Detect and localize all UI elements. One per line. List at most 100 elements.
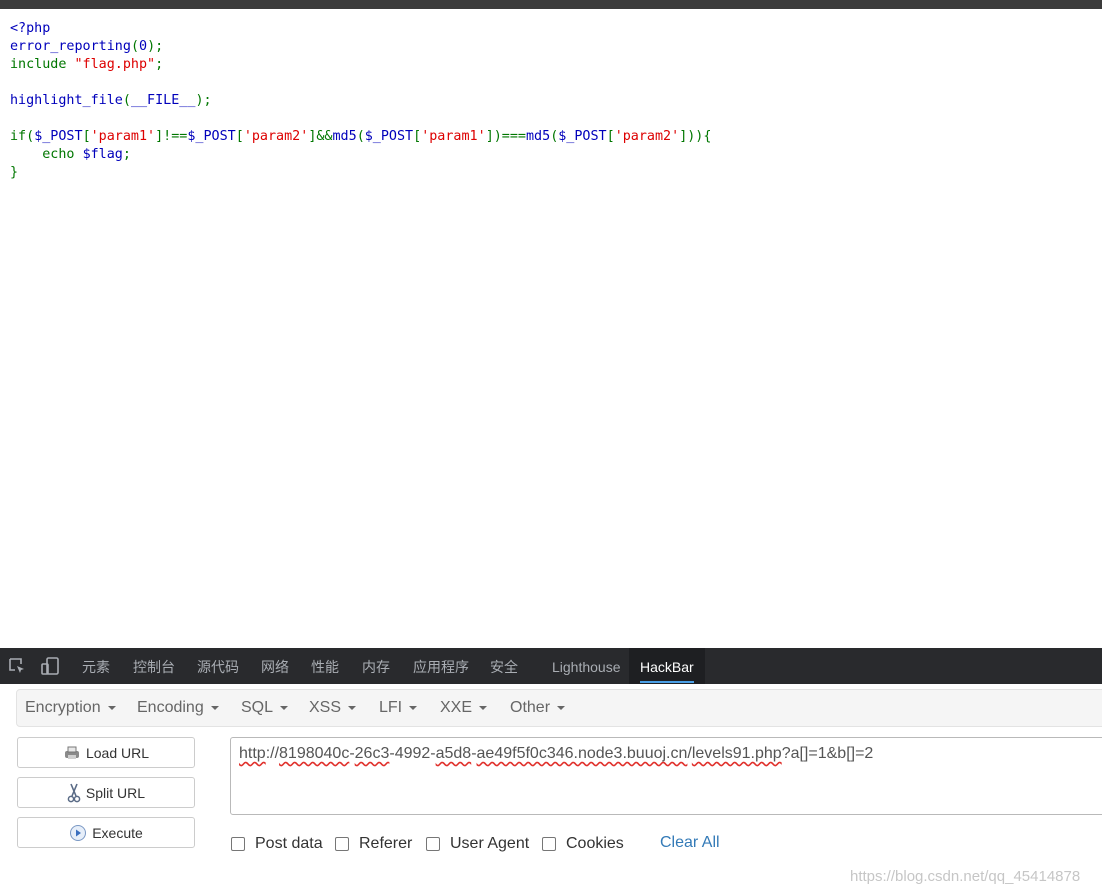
menu-other[interactable]: Other bbox=[510, 690, 566, 726]
menu-encryption[interactable]: Encryption bbox=[25, 690, 116, 726]
user-agent-checkbox[interactable] bbox=[426, 837, 440, 851]
url-segment: ae49f5f0c346.node3.buuoj.cn bbox=[476, 745, 688, 762]
menu-sql[interactable]: SQL bbox=[241, 690, 289, 726]
menu-encoding-label: Encoding bbox=[137, 699, 204, 716]
menu-encryption-label: Encryption bbox=[25, 699, 101, 716]
code-token: ); bbox=[147, 39, 164, 54]
devtools-tab-network[interactable]: 网络 bbox=[261, 648, 289, 684]
menu-xxe[interactable]: XXE bbox=[440, 690, 488, 726]
code-token: ]&& bbox=[308, 129, 333, 144]
devtools-tab-performance[interactable]: 性能 bbox=[311, 648, 339, 684]
devtools-tab-hackbar[interactable]: HackBar bbox=[629, 648, 705, 684]
load-url-icon bbox=[64, 746, 79, 759]
menu-other-label: Other bbox=[510, 699, 551, 716]
referer-label: Referer bbox=[359, 835, 413, 852]
devtools-tab-elements[interactable]: 元素 bbox=[82, 648, 110, 684]
referer-checkbox[interactable] bbox=[335, 837, 349, 851]
execute-label: Execute bbox=[92, 824, 143, 841]
user-agent-option[interactable]: User Agent bbox=[426, 834, 529, 854]
code-token: } bbox=[10, 165, 19, 180]
url-textarea[interactable]: http://8198040c-26c3-4992-a5d8-ae49f5f0c… bbox=[230, 737, 1102, 815]
clear-all-link[interactable]: Clear All bbox=[660, 834, 720, 852]
play-icon bbox=[70, 824, 87, 841]
execute-button[interactable]: Execute bbox=[17, 817, 195, 848]
watermark-text: https://blog.csdn.net/qq_45414878 bbox=[850, 868, 1081, 885]
code-token: highlight_file bbox=[10, 93, 123, 108]
menu-xss-label: XSS bbox=[309, 699, 342, 716]
devtools-tab-application[interactable]: 应用程序 bbox=[413, 648, 469, 684]
load-url-label: Load URL bbox=[85, 744, 150, 761]
code-token: ])=== bbox=[485, 129, 526, 144]
code-token: 'param1' bbox=[421, 129, 486, 144]
browser-top-bar bbox=[0, 0, 1102, 9]
caret-down-icon bbox=[409, 705, 418, 710]
code-token: $_POST bbox=[558, 129, 607, 144]
url-segment: :// bbox=[265, 745, 280, 762]
menu-xxe-label: XXE bbox=[440, 699, 473, 716]
device-toolbar-icon[interactable] bbox=[41, 657, 61, 675]
code-token: 'param2' bbox=[614, 129, 680, 144]
url-segment: -4992- bbox=[389, 745, 436, 762]
post-data-label: Post data bbox=[255, 835, 323, 852]
code-token: ( bbox=[130, 39, 139, 54]
post-data-checkbox[interactable] bbox=[231, 837, 245, 851]
url-segment: ?a[]=1&b[]=2 bbox=[781, 745, 874, 762]
inspect-element-icon[interactable] bbox=[8, 657, 26, 675]
devtools-tab-lighthouse[interactable]: Lighthouse bbox=[552, 648, 621, 684]
code-token: echo bbox=[10, 147, 83, 162]
url-segment: levels91.php bbox=[691, 745, 782, 762]
url-segment: a5d8 bbox=[435, 745, 472, 762]
code-token: [ bbox=[235, 129, 244, 144]
code-token: ; bbox=[122, 147, 131, 162]
referer-option[interactable]: Referer bbox=[335, 834, 412, 854]
hackbar-menu-bar: Encryption Encoding SQL XSS LFI XXE Othe… bbox=[16, 689, 1102, 727]
code-token: ]!== bbox=[155, 129, 188, 144]
code-token: error_reporting bbox=[10, 39, 131, 54]
menu-sql-label: SQL bbox=[241, 699, 274, 716]
code-token: include bbox=[10, 57, 75, 72]
cookies-checkbox[interactable] bbox=[542, 837, 556, 851]
code-token: $_POST bbox=[187, 129, 236, 144]
devtools-tab-memory[interactable]: 内存 bbox=[362, 648, 390, 684]
scissors-icon bbox=[67, 783, 81, 802]
caret-down-icon bbox=[210, 705, 219, 710]
menu-lfi-label: LFI bbox=[379, 699, 403, 716]
menu-lfi[interactable]: LFI bbox=[379, 690, 418, 726]
caret-down-icon bbox=[107, 705, 116, 710]
split-url-button[interactable]: Split URL bbox=[17, 777, 195, 808]
code-token: ; bbox=[155, 57, 164, 72]
code-token: [ bbox=[606, 129, 615, 144]
menu-encoding[interactable]: Encoding bbox=[137, 690, 219, 726]
code-token: ); bbox=[195, 93, 212, 108]
cookies-option[interactable]: Cookies bbox=[542, 834, 624, 854]
devtools-tab-security[interactable]: 安全 bbox=[490, 648, 518, 684]
caret-down-icon bbox=[479, 705, 488, 710]
code-token: ( bbox=[122, 93, 131, 108]
code-token: __FILE__ bbox=[130, 93, 196, 108]
url-segment: http bbox=[239, 745, 266, 762]
code-token: "flag.php" bbox=[74, 57, 156, 72]
code-token: if( bbox=[10, 129, 35, 144]
code-token: ( bbox=[356, 129, 365, 144]
code-token: 'param2' bbox=[243, 129, 309, 144]
code-token: [ bbox=[82, 129, 91, 144]
user-agent-label: User Agent bbox=[450, 835, 530, 852]
devtools-tab-console[interactable]: 控制台 bbox=[133, 648, 175, 684]
code-token: md5 bbox=[526, 129, 551, 144]
cookies-label: Cookies bbox=[566, 835, 624, 852]
url-segment: 8198040c bbox=[279, 745, 350, 762]
load-url-button[interactable]: Load URL bbox=[17, 737, 195, 768]
split-url-label: Split URL bbox=[85, 784, 146, 801]
caret-down-icon bbox=[280, 705, 289, 710]
url-segment: 26c3 bbox=[354, 745, 390, 762]
code-token: $flag bbox=[82, 147, 123, 162]
code-token: [ bbox=[413, 129, 422, 144]
devtools-tab-sources[interactable]: 源代码 bbox=[197, 648, 239, 684]
devtools-tab-bar: 元素 控制台 源代码 网络 性能 内存 应用程序 安全 Lighthouse H… bbox=[0, 648, 1102, 684]
code-token: <?php bbox=[10, 21, 51, 36]
caret-down-icon bbox=[557, 705, 566, 710]
post-data-option[interactable]: Post data bbox=[231, 834, 323, 854]
menu-xss[interactable]: XSS bbox=[309, 690, 357, 726]
code-token: $_POST bbox=[34, 129, 83, 144]
code-token: md5 bbox=[332, 129, 357, 144]
